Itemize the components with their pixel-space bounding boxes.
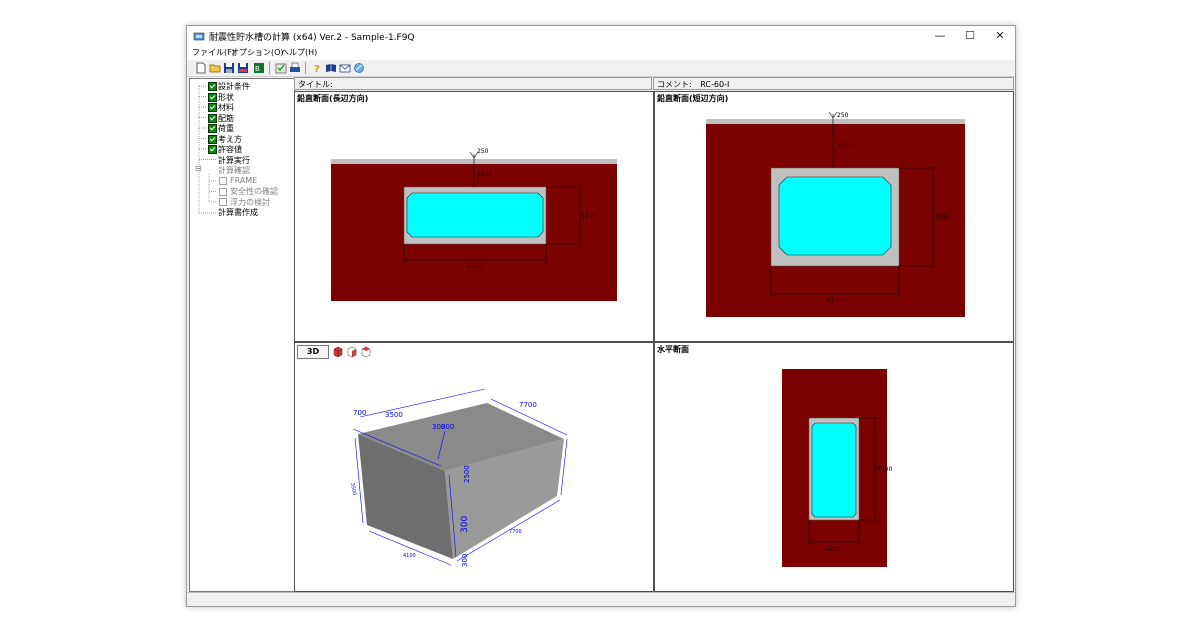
- tank-water: [406, 192, 544, 238]
- export-icon[interactable]: B: [253, 62, 265, 74]
- tree-item-report[interactable]: 計算書作成: [218, 207, 258, 218]
- tree-item-approach[interactable]: 考え方: [218, 134, 242, 145]
- open-folder-icon[interactable]: [209, 62, 221, 74]
- app-icon: [193, 32, 205, 41]
- dim-label: 2500: [463, 465, 471, 483]
- menu-file[interactable]: ファイル(F): [192, 47, 235, 58]
- dim-width: 4100: [825, 546, 840, 553]
- window-title: 耐震性貯水槽の計算 (x64) Ver.2 - Sample-1.F9Q: [209, 33, 415, 43]
- checkbox-icon[interactable]: [208, 92, 217, 102]
- checkbox-icon[interactable]: [208, 113, 217, 123]
- tree-item-safety-check[interactable]: 安全性の確認: [230, 186, 278, 197]
- comment-header: コメント: RC-60-I: [653, 77, 1014, 90]
- collapse-expander-icon[interactable]: ⊟: [195, 164, 202, 173]
- plan-drawing: 7700 4100: [782, 369, 892, 567]
- tree-item-shape[interactable]: 形状: [218, 92, 234, 103]
- checkbox-icon[interactable]: [208, 103, 217, 112]
- dim-label: 300: [460, 516, 470, 533]
- manual-icon[interactable]: [325, 62, 337, 74]
- checkbox-icon[interactable]: [208, 145, 217, 154]
- pane-3d-view: 3D 700 3500 7700 300 300 2500 300 4100 7…: [294, 342, 654, 592]
- toolbar-separator: [305, 62, 306, 74]
- save-icon[interactable]: [223, 62, 235, 74]
- tree-item-allowable[interactable]: 許容値: [218, 144, 242, 155]
- tree-item-design-conditions[interactable]: 設計条件: [218, 81, 250, 92]
- dim-label: 3500: [385, 411, 403, 419]
- toolbar: B ?: [187, 60, 1015, 77]
- tree-item-load[interactable]: 荷重: [218, 123, 234, 134]
- title-bar: 耐震性貯水槽の計算 (x64) Ver.2 - Sample-1.F9Q — ☐…: [187, 26, 1015, 46]
- checkbox-icon[interactable]: [219, 198, 227, 206]
- dim-label: 3500: [349, 482, 357, 496]
- close-button[interactable]: ✕: [985, 26, 1015, 46]
- dim-label: 700: [353, 409, 366, 417]
- tree-item-buoyancy[interactable]: 浮力の検討: [230, 197, 270, 208]
- svg-text:?: ?: [314, 64, 320, 74]
- dim-height: 3150: [935, 214, 950, 221]
- svg-text:B: B: [255, 65, 260, 73]
- save-as-icon[interactable]: [237, 62, 249, 74]
- tree-item-run-calculation[interactable]: 計算実行: [218, 155, 250, 166]
- dim-height: 3150: [581, 213, 596, 220]
- maximize-button[interactable]: ☐: [955, 26, 985, 46]
- tree-item-calc-check[interactable]: 計算確認: [218, 165, 250, 176]
- pane-short-section: 鉛直断面(短辺方向) 250 1250 3150 4100: [654, 91, 1014, 342]
- print-icon[interactable]: [289, 62, 301, 74]
- long-section-drawing: 250 1250 3150 7700: [331, 148, 617, 301]
- minimize-button[interactable]: —: [925, 26, 955, 46]
- title-header: タイトル:: [294, 77, 652, 90]
- checkbox-icon[interactable]: [219, 187, 227, 196]
- checkbox-icon[interactable]: [208, 82, 217, 91]
- help-icon[interactable]: ?: [311, 62, 323, 74]
- menu-options[interactable]: オプション(O): [231, 47, 284, 58]
- tree-item-material[interactable]: 材料: [218, 102, 234, 113]
- dim-label: 300: [461, 554, 469, 567]
- dim-label: 7700: [509, 529, 522, 535]
- pane-long-section: 鉛直断面(長辺方向) 250 1250 3150 7700: [294, 91, 654, 342]
- pane-plan-view: 水平断面 7700 4100: [654, 342, 1014, 592]
- ground-surface: [706, 119, 965, 124]
- dim-length: 7700: [877, 466, 892, 473]
- comment-label: コメント:: [657, 80, 692, 89]
- title-label: タイトル:: [298, 80, 333, 89]
- new-file-icon[interactable]: [195, 62, 207, 74]
- email-icon[interactable]: [339, 62, 351, 74]
- status-bar: [187, 592, 1015, 606]
- 3d-drawing: 700 3500 7700 300 300 2500 300 4100 7700…: [349, 388, 568, 567]
- app-window: 耐震性貯水槽の計算 (x64) Ver.2 - Sample-1.F9Q — ☐…: [186, 25, 1016, 607]
- dim-width: 7700: [467, 263, 482, 270]
- dim-label: 4100: [403, 553, 416, 559]
- dim-soil-depth: 1250: [837, 143, 852, 150]
- checkbox-icon[interactable]: [208, 134, 217, 144]
- short-section-drawing: 250 1250 3150 4100: [706, 111, 965, 317]
- dim-soil-depth: 1250: [477, 171, 492, 178]
- navigation-tree: 設計条件 形状 材料 配筋 荷重 考え方 許容値 計算実行 ⊟ 計算確認 FRA…: [189, 78, 295, 592]
- menu-help[interactable]: ヘルプ(H): [281, 47, 317, 58]
- checkbox-icon[interactable]: [208, 124, 217, 133]
- toolbar-separator: [269, 62, 270, 74]
- tree-item-reinforcement[interactable]: 配筋: [218, 113, 234, 124]
- dim-label: 7700: [519, 401, 537, 409]
- tree-item-frame[interactable]: FRAME: [230, 176, 257, 185]
- comment-value: RC-60-I: [700, 80, 730, 89]
- website-icon[interactable]: [353, 62, 365, 74]
- tank-water: [811, 422, 857, 518]
- dim-label: 300: [441, 423, 454, 431]
- check-icon[interactable]: [275, 62, 287, 74]
- menu-bar: ファイル(F) オプション(O) ヘルプ(H): [187, 46, 1015, 60]
- dim-width: 4100: [827, 297, 842, 304]
- tank-water: [778, 176, 892, 256]
- dim-cover: 250: [837, 112, 849, 119]
- dim-cover: 250: [477, 148, 489, 155]
- checkbox-icon[interactable]: [219, 177, 227, 185]
